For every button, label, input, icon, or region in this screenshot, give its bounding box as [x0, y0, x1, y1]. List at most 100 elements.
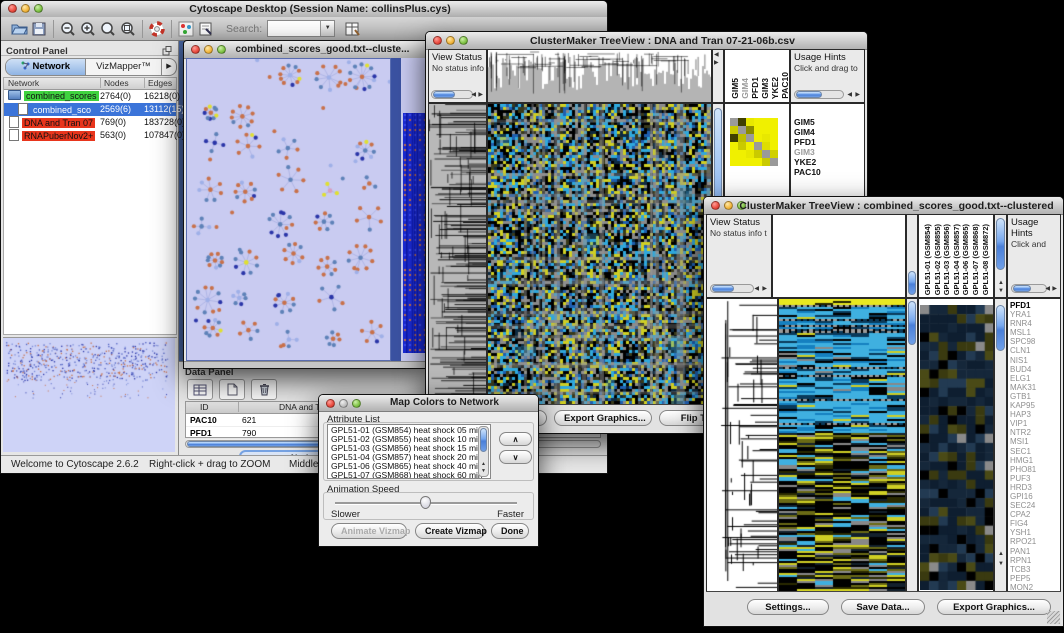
heatmap-panel[interactable] — [778, 298, 906, 592]
scroll-right-icon[interactable]: ▶ — [762, 286, 767, 292]
usage-hints-scrollbar[interactable] — [794, 90, 844, 99]
attribute-list[interactable]: GPL51-01 (GSM854) heat shock 05 minGPL51… — [327, 424, 491, 479]
gene-label[interactable]: SEC24 — [1008, 501, 1036, 510]
scroll-up-icon[interactable]: ▲ — [998, 280, 1004, 286]
gene-label[interactable]: PAN1 — [1008, 547, 1036, 556]
close-icon[interactable] — [711, 201, 720, 210]
gene-label[interactable]: PHO81 — [1008, 465, 1036, 474]
dialog-title-bar[interactable]: Map Colors to Network — [319, 395, 538, 412]
save-data-button[interactable]: Save Data... — [841, 599, 925, 615]
save-icon[interactable] — [29, 19, 49, 39]
col-id[interactable]: ID — [200, 402, 209, 412]
gene-label[interactable]: GTB1 — [1008, 392, 1036, 401]
scroll-up-icon[interactable]: ▲ — [481, 461, 486, 467]
search-dropdown-icon[interactable]: ▼ — [320, 21, 334, 36]
network-list-row[interactable]: combined_scores2764(0)16218(0) — [4, 90, 176, 103]
network-list-row[interactable]: combined_sco2569(6)13112(15) — [4, 103, 176, 116]
zoom-out-icon[interactable] — [58, 19, 78, 39]
scroll-down-icon[interactable]: ▼ — [998, 288, 1004, 294]
done-button[interactable]: Done — [491, 523, 529, 539]
col-network[interactable]: Network — [8, 78, 39, 88]
scroll-down-icon[interactable]: ▼ — [998, 561, 1004, 567]
gene-label[interactable]: RPN1 — [1008, 556, 1036, 565]
minimize-icon[interactable] — [204, 45, 213, 54]
scroll-right-icon[interactable]: ▶ — [714, 60, 719, 66]
network-list-row[interactable]: DNA and Tran 07769(0)183728(0) — [4, 116, 176, 129]
gene-label[interactable]: NTR2 — [1008, 428, 1036, 437]
main-title-bar[interactable]: Cytoscape Desktop (Session Name: collins… — [1, 1, 607, 18]
attribute-browser-icon[interactable] — [343, 19, 363, 39]
array-labels-vscrollbar[interactable]: ▲ ▼ — [994, 214, 1007, 298]
settings-button[interactable]: Settings... — [747, 599, 829, 615]
minimize-icon[interactable] — [21, 4, 30, 13]
open-folder-icon[interactable] — [9, 19, 29, 39]
birds-eye-view[interactable] — [3, 337, 177, 454]
tab-overflow-button[interactable]: ▶ — [162, 59, 176, 75]
column-scroll-strip[interactable]: ◀ ▶ — [712, 49, 724, 103]
gene-label[interactable]: RPO21 — [1008, 537, 1036, 546]
animate-vizmap-button[interactable]: Animate Vizmap — [331, 523, 407, 539]
gene-label[interactable]: HRD3 — [1008, 483, 1036, 492]
gene-list-vscrollbar[interactable]: ▲ ▼ — [994, 298, 1007, 592]
search-input[interactable]: ▼ — [267, 20, 335, 37]
scroll-right-icon[interactable]: ▶ — [1052, 286, 1057, 292]
zoom-fit-icon[interactable] — [98, 19, 118, 39]
gene-label[interactable]: CPA2 — [1008, 510, 1036, 519]
scroll-left-icon[interactable]: ◀ — [847, 92, 852, 98]
gene-label[interactable]: PEP5 — [1008, 574, 1036, 583]
scroll-left-icon[interactable]: ◀ — [754, 286, 759, 292]
view-status-scrollbar[interactable] — [431, 90, 473, 99]
tab-vizmapper[interactable]: VizMapper™ — [86, 59, 162, 75]
new-page-icon[interactable] — [219, 379, 245, 400]
attribute-item[interactable]: GPL51-07 (GSM868) heat shock 60 min — [328, 471, 490, 479]
close-icon[interactable] — [326, 399, 335, 408]
minimize-icon[interactable] — [724, 201, 733, 210]
zoom-in-icon[interactable] — [78, 19, 98, 39]
create-vizmap-button[interactable]: Create Vizmap — [415, 523, 485, 539]
column-tree-vscrollbar[interactable] — [906, 214, 918, 298]
gene-label[interactable]: MSI1 — [1008, 437, 1036, 446]
trash-icon[interactable] — [251, 379, 277, 400]
gene-label[interactable]: TCB3 — [1008, 565, 1036, 574]
tab-network[interactable]: Network — [6, 59, 86, 75]
gene-label[interactable]: PFD1 — [1008, 301, 1036, 310]
row-dendrogram-panel[interactable] — [428, 103, 487, 405]
help-lifesaver-icon[interactable] — [147, 19, 167, 39]
gene-label[interactable]: VIP1 — [1008, 419, 1036, 428]
scroll-left-icon[interactable]: ◀ — [471, 92, 476, 98]
column-dendrogram-panel[interactable] — [487, 49, 712, 103]
table-grid-icon[interactable] — [187, 379, 213, 400]
attribute-list-scrollbar[interactable]: ▲ ▼ — [478, 426, 489, 477]
gene-label[interactable]: HAP3 — [1008, 410, 1036, 419]
column-tree-panel[interactable] — [772, 214, 906, 298]
scroll-up-icon[interactable]: ▲ — [998, 551, 1004, 557]
scroll-down-icon[interactable]: ▼ — [481, 468, 486, 474]
export-graphics-button[interactable]: Export Graphics... — [554, 410, 652, 426]
gene-label[interactable]: YRA1 — [1008, 310, 1036, 319]
network-list-row[interactable]: RNAPuberNov2+563(0)107847(0) — [4, 129, 176, 142]
gene-label[interactable]: HMG1 — [1008, 456, 1036, 465]
resize-grip[interactable] — [1047, 611, 1060, 624]
gene-label[interactable]: SPC98 — [1008, 337, 1036, 346]
gene-label[interactable]: FIG4 — [1008, 519, 1036, 528]
move-down-button[interactable]: ∨ — [499, 450, 532, 464]
zoom-heatmap-panel[interactable] — [918, 298, 994, 592]
zoom-selected-icon[interactable] — [118, 19, 138, 39]
scroll-left-icon[interactable]: ◀ — [714, 52, 719, 58]
gene-label[interactable]: SEC1 — [1008, 447, 1036, 456]
treeview2-title-bar[interactable]: ClusterMaker TreeView : combined_scores_… — [704, 197, 1063, 215]
export-graphics-button[interactable]: Export Graphics... — [937, 599, 1051, 615]
network-canvas-area[interactable] — [186, 58, 391, 361]
node-palette-icon[interactable] — [176, 19, 196, 39]
close-icon[interactable] — [191, 45, 200, 54]
gene-label[interactable]: ELG1 — [1008, 374, 1036, 383]
close-icon[interactable] — [8, 4, 17, 13]
minimize-icon[interactable] — [446, 36, 455, 45]
gene-label[interactable]: MAK31 — [1008, 383, 1036, 392]
col-edges[interactable]: Edges — [144, 78, 172, 88]
annotation-icon[interactable] — [196, 19, 216, 39]
move-up-button[interactable]: ∧ — [499, 432, 532, 446]
scroll-right-icon[interactable]: ▶ — [855, 92, 860, 98]
scroll-left-icon[interactable]: ◀ — [1045, 286, 1050, 292]
close-icon[interactable] — [433, 36, 442, 45]
